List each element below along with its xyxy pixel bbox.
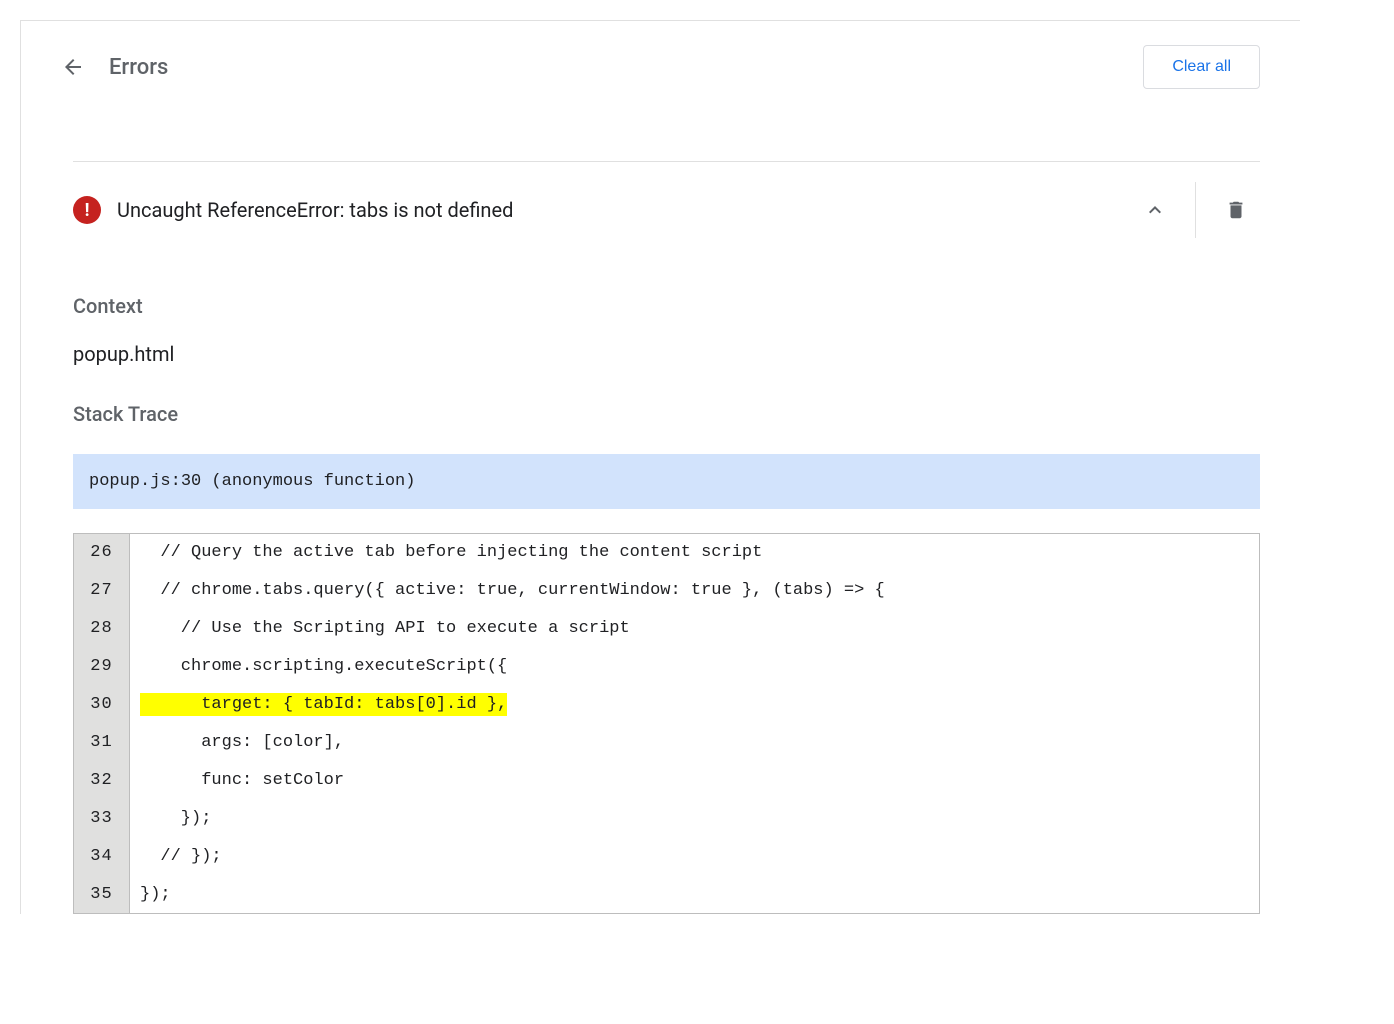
code-line: 35}); bbox=[74, 876, 1260, 914]
line-number: 34 bbox=[74, 838, 130, 876]
page-title: Errors bbox=[109, 55, 168, 80]
code-content: // Query the active tab before injecting… bbox=[130, 534, 1260, 572]
stack-trace-label: Stack Trace bbox=[73, 402, 1260, 426]
error-card: ! Uncaught ReferenceError: tabs is not d… bbox=[73, 161, 1260, 914]
code-line: 33 }); bbox=[74, 800, 1260, 838]
error-page-container: Errors Clear all ! Uncaught ReferenceErr… bbox=[20, 20, 1300, 914]
header-left: Errors bbox=[61, 55, 168, 80]
code-content: }); bbox=[130, 876, 1260, 914]
line-number: 33 bbox=[74, 800, 130, 838]
error-header-row: ! Uncaught ReferenceError: tabs is not d… bbox=[73, 162, 1260, 258]
code-line: 32 func: setColor bbox=[74, 762, 1260, 800]
code-content: func: setColor bbox=[130, 762, 1260, 800]
context-value: popup.html bbox=[73, 342, 1260, 366]
line-number: 32 bbox=[74, 762, 130, 800]
code-content: }); bbox=[130, 800, 1260, 838]
collapse-chevron-icon[interactable] bbox=[1131, 186, 1179, 234]
line-number: 26 bbox=[74, 534, 130, 572]
code-line: 34 // }); bbox=[74, 838, 1260, 876]
code-line: 26 // Query the active tab before inject… bbox=[74, 534, 1260, 572]
header: Errors Clear all bbox=[21, 21, 1300, 113]
code-line: 29 chrome.scripting.executeScript({ bbox=[74, 648, 1260, 686]
line-number: 31 bbox=[74, 724, 130, 762]
code-content: // Use the Scripting API to execute a sc… bbox=[130, 610, 1260, 648]
line-number: 30 bbox=[74, 686, 130, 724]
back-arrow-icon[interactable] bbox=[61, 55, 85, 79]
error-message: Uncaught ReferenceError: tabs is not def… bbox=[117, 198, 1115, 222]
line-number: 29 bbox=[74, 648, 130, 686]
divider bbox=[1195, 182, 1196, 238]
code-snippet-table: 26 // Query the active tab before inject… bbox=[73, 533, 1260, 914]
code-content: target: { tabId: tabs[0].id }, bbox=[130, 686, 1260, 724]
code-content: // chrome.tabs.query({ active: true, cur… bbox=[130, 572, 1260, 610]
code-line: 31 args: [color], bbox=[74, 724, 1260, 762]
stack-frame[interactable]: popup.js:30 (anonymous function) bbox=[73, 454, 1260, 509]
line-number: 28 bbox=[74, 610, 130, 648]
line-number: 35 bbox=[74, 876, 130, 914]
error-actions bbox=[1131, 182, 1260, 238]
trash-icon[interactable] bbox=[1212, 186, 1260, 234]
code-content: args: [color], bbox=[130, 724, 1260, 762]
code-line: 28 // Use the Scripting API to execute a… bbox=[74, 610, 1260, 648]
code-line: 30 target: { tabId: tabs[0].id }, bbox=[74, 686, 1260, 724]
code-line: 27 // chrome.tabs.query({ active: true, … bbox=[74, 572, 1260, 610]
error-icon: ! bbox=[73, 196, 101, 224]
highlighted-code: target: { tabId: tabs[0].id }, bbox=[140, 693, 507, 716]
context-label: Context bbox=[73, 294, 1260, 318]
line-number: 27 bbox=[74, 572, 130, 610]
clear-all-button[interactable]: Clear all bbox=[1143, 45, 1260, 89]
code-content: // }); bbox=[130, 838, 1260, 876]
code-content: chrome.scripting.executeScript({ bbox=[130, 648, 1260, 686]
